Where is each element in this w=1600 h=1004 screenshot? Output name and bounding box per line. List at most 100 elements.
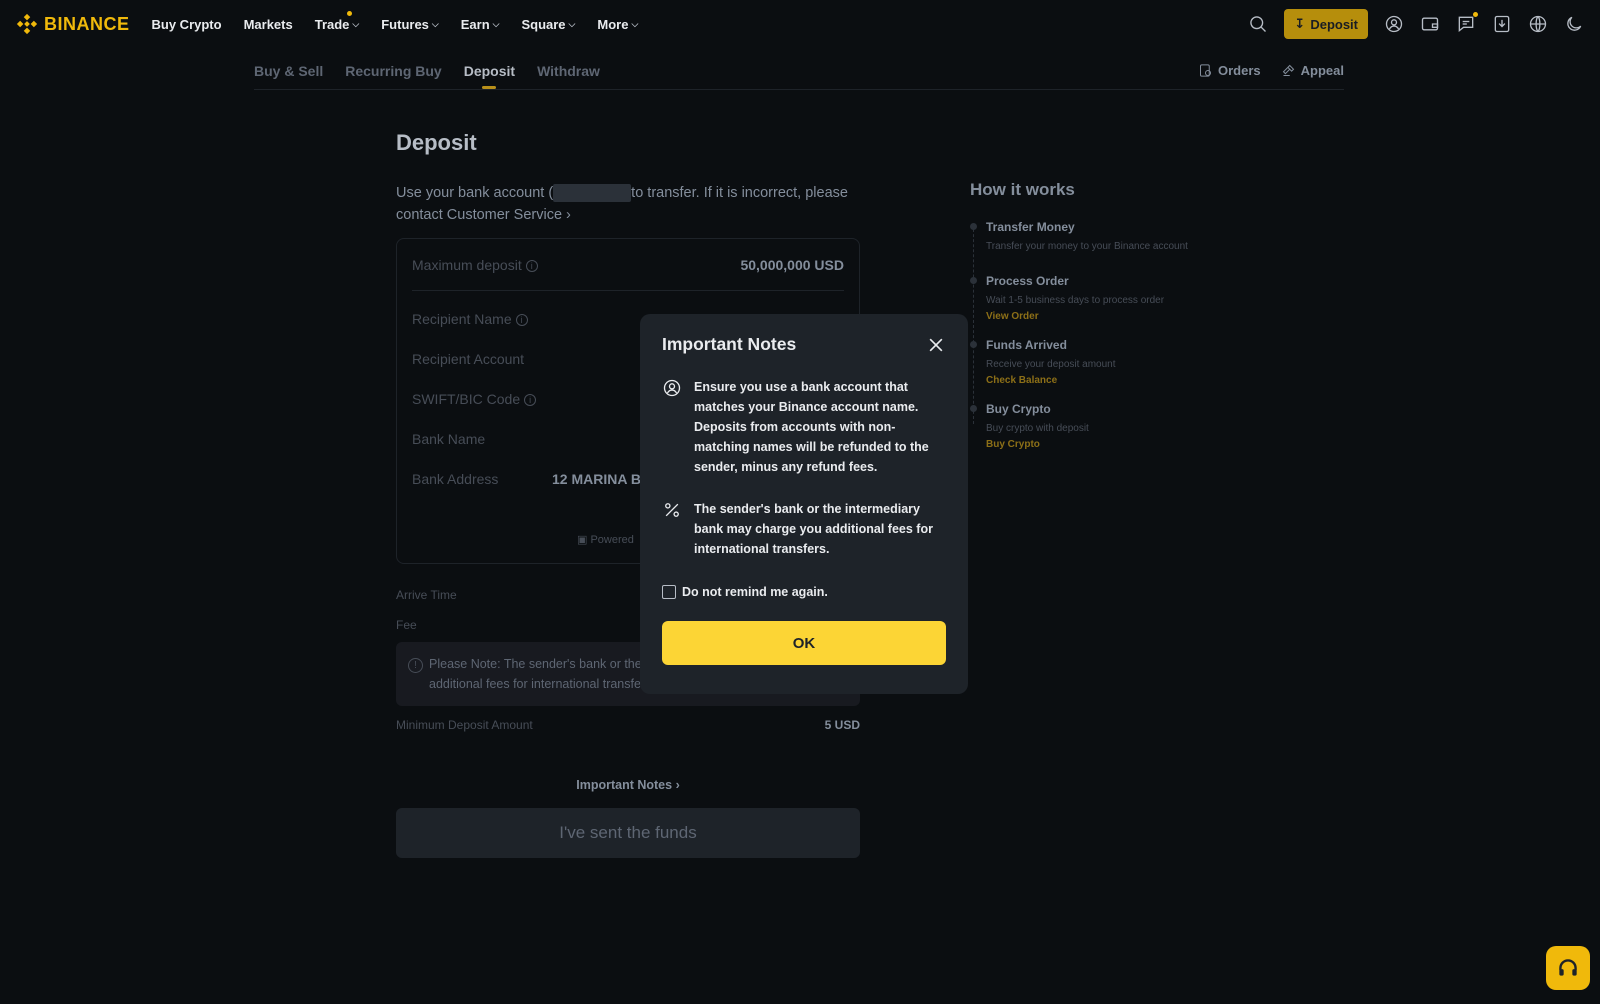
check-balance-link[interactable]: Check Balance [986, 375, 1270, 386]
nav-earn[interactable]: Earn ⌵ [461, 17, 500, 32]
nav-label: Square [521, 16, 566, 32]
field-label: Recipient Name [412, 311, 512, 327]
note-account-name: Ensure you use a bank account that match… [662, 377, 946, 477]
orders-label: Orders [1218, 63, 1261, 78]
chevron-down-icon: ⌵ [431, 18, 439, 29]
search-icon[interactable] [1248, 14, 1268, 34]
max-deposit-row: Maximum deposit i 50,000,000 USD [412, 239, 844, 291]
field-label: Bank Name [412, 431, 486, 447]
important-notes-modal: Important Notes Ensure you use a bank ac… [640, 314, 968, 694]
page-title: Deposit [396, 130, 477, 155]
dark-mode-moon-icon[interactable] [1564, 14, 1584, 34]
nav-actions: ↧ Deposit [1248, 9, 1584, 39]
appeal-link[interactable]: Appeal [1281, 63, 1344, 78]
arrive-time-label: Arrive Time [396, 588, 457, 602]
step-title: Buy Crypto [986, 402, 1051, 416]
user-profile-icon[interactable] [1384, 14, 1404, 34]
min-deposit-label: Minimum Deposit Amount [396, 718, 533, 732]
nav-futures[interactable]: Futures ⌵ [381, 17, 439, 32]
note-bank-fees: The sender's bank or the intermediary ba… [662, 499, 946, 559]
max-deposit-label: Maximum deposit [412, 256, 522, 273]
support-chat-button[interactable] [1546, 946, 1590, 990]
note-text: Please Note: The sender's bank or the [429, 657, 642, 671]
info-icon[interactable]: i [525, 259, 538, 272]
nav-label: Earn [460, 16, 490, 32]
binance-logo-icon [16, 13, 38, 35]
tab-buy-sell[interactable]: Buy & Sell [254, 56, 323, 79]
nav-markets[interactable]: Markets [244, 17, 293, 32]
how-it-works-panel: How it works Transfer Money Transfer you… [970, 180, 1270, 466]
info-icon: ! [408, 658, 423, 673]
redacted-account [553, 184, 632, 203]
nav-buy-crypto[interactable]: Buy Crypto [152, 17, 222, 32]
chevron-right-icon: › [566, 207, 571, 223]
field-label: Recipient Account [412, 351, 525, 367]
close-icon[interactable] [926, 335, 946, 355]
min-deposit-row: Minimum Deposit Amount 5 USD [396, 718, 860, 732]
step-process-order: Process Order Wait 1-5 business days to … [970, 274, 1270, 322]
step-desc: Receive your deposit amount [986, 359, 1116, 370]
how-it-works-title: How it works [970, 180, 1075, 199]
nav-label: Trade [314, 16, 350, 32]
nav-more[interactable]: More ⌵ [597, 17, 638, 32]
step-desc: Transfer your money to your Binance acco… [986, 241, 1188, 252]
buy-crypto-link[interactable]: Buy Crypto [986, 439, 1270, 450]
info-icon[interactable]: i [515, 314, 528, 327]
headset-icon [1559, 959, 1577, 976]
max-deposit-value: 50,000,000 USD [740, 256, 844, 273]
message-icon[interactable] [1456, 12, 1478, 34]
download-app-icon[interactable] [1492, 14, 1512, 34]
sent-funds-button[interactable]: I've sent the funds [396, 808, 860, 858]
logo-text: BINANCE [44, 13, 130, 34]
deposit-button-label: Deposit [1310, 16, 1358, 32]
do-not-remind-checkbox-row[interactable]: Do not remind me again. [662, 585, 946, 599]
wallet-icon[interactable] [1420, 14, 1440, 34]
modal-title: Important Notes [662, 334, 797, 354]
do-not-remind-checkbox[interactable] [662, 585, 676, 599]
step-desc: Wait 1-5 business days to process order [986, 295, 1165, 306]
step-title: Funds Arrived [986, 338, 1067, 352]
fee-label: Fee [396, 618, 417, 632]
powered-by-text: ▣ Powered [577, 534, 634, 546]
step-title: Process Order [986, 274, 1069, 288]
step-buy-crypto: Buy Crypto Buy crypto with deposit Buy C… [970, 402, 1270, 450]
steps-list: Transfer Money Transfer your money to yo… [970, 220, 1270, 450]
nav-label: More [597, 16, 629, 32]
download-icon: ↧ [1294, 16, 1306, 31]
note-text: Ensure you use a bank account that match… [694, 380, 929, 474]
field-label: Bank Address [412, 471, 499, 487]
chevron-right-icon: › [675, 778, 680, 792]
top-navigation: BINANCE Buy Crypto Markets Trade ⌵ Future… [0, 0, 1600, 48]
fiat-subtabs: Buy & Sell Recurring Buy Deposit Withdra… [254, 56, 1344, 90]
info-icon[interactable]: i [524, 394, 537, 407]
user-circle-icon [663, 379, 681, 397]
view-order-link[interactable]: View Order [986, 311, 1270, 322]
orders-icon [1200, 64, 1212, 77]
orders-link[interactable]: Orders [1198, 63, 1261, 78]
intro-text-start: Use your bank account ( [396, 185, 554, 201]
note-text-2: additional fees for international transf… [429, 677, 655, 691]
important-notes-link[interactable]: Important Notes › [396, 778, 860, 792]
binance-logo[interactable]: BINANCE [16, 13, 130, 35]
step-title: Transfer Money [986, 220, 1075, 234]
globe-language-icon[interactable] [1528, 14, 1548, 34]
percent-icon [665, 503, 679, 517]
chevron-down-icon: ⌵ [568, 18, 576, 29]
notification-dot [1473, 12, 1478, 17]
tab-withdraw[interactable]: Withdraw [537, 56, 600, 79]
ok-button[interactable]: OK [662, 621, 946, 665]
nav-square[interactable]: Square ⌵ [521, 17, 575, 32]
tab-deposit[interactable]: Deposit [464, 56, 515, 79]
min-deposit-value: 5 USD [824, 718, 860, 732]
nav-trade[interactable]: Trade ⌵ [314, 10, 359, 32]
note-text: The sender's bank or the intermediary ba… [694, 502, 933, 556]
step-transfer-money: Transfer Money Transfer your money to yo… [970, 220, 1270, 252]
header-deposit-button[interactable]: ↧ Deposit [1284, 9, 1368, 39]
nav-label: Markets [243, 16, 293, 32]
main-menu: Buy Crypto Markets Trade ⌵ Futures ⌵ Earn ⌵… [152, 10, 638, 32]
step-desc: Buy crypto with deposit [986, 423, 1089, 434]
nav-label: Buy Crypto [151, 16, 222, 32]
tab-recurring-buy[interactable]: Recurring Buy [345, 56, 441, 79]
field-label: SWIFT/BIC Code [412, 391, 521, 407]
checkbox-label: Do not remind me again. [682, 585, 828, 599]
